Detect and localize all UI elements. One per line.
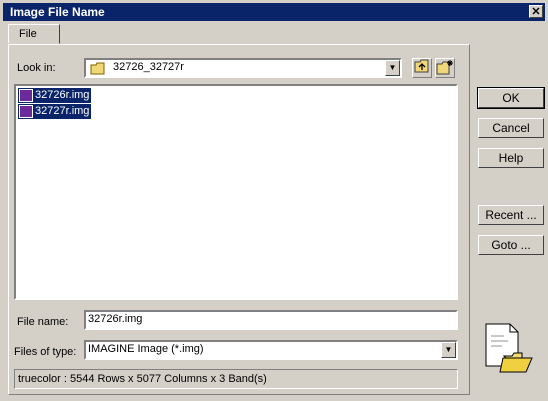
file-name-value: 32726r.img — [88, 313, 143, 325]
file-type-value: IMAGINE Image (*.img) — [88, 343, 204, 355]
image-file-icon — [19, 89, 33, 102]
new-folder-button[interactable] — [435, 58, 455, 78]
look-in-dropdown[interactable]: 32726_32727r ▼ — [84, 58, 402, 78]
close-button[interactable]: ✕ — [529, 5, 543, 18]
help-button[interactable]: Help — [478, 148, 544, 168]
up-folder-icon — [414, 59, 430, 76]
look-in-value: 32726_32727r — [113, 61, 184, 73]
status-bar: truecolor : 5544 Rows x 5077 Columns x 3… — [14, 369, 458, 389]
image-file-icon — [19, 105, 33, 118]
up-folder-button[interactable] — [412, 58, 432, 78]
image-file-name-dialog: Image File Name ✕ File Look in: 32726_32… — [0, 0, 548, 401]
file-name-label: File name: — [17, 316, 69, 328]
title-bar: Image File Name ✕ — [3, 3, 545, 21]
tab-file-label: File — [19, 28, 37, 40]
file-type-chevron-down-icon[interactable]: ▼ — [441, 342, 456, 358]
file-list[interactable]: 32726r.img 32727r.img — [14, 84, 458, 300]
file-name-text: 32727r.img — [35, 105, 90, 117]
recent-button[interactable]: Recent ... — [478, 205, 544, 225]
list-item[interactable]: 32727r.img — [18, 104, 92, 119]
cancel-button[interactable]: Cancel — [478, 118, 544, 138]
file-type-label: Files of type: — [14, 346, 77, 358]
goto-button[interactable]: Goto ... — [478, 235, 544, 255]
tab-file[interactable]: File — [8, 24, 60, 44]
open-file-document-icon — [482, 322, 534, 374]
window-title: Image File Name — [10, 5, 105, 19]
file-name-input[interactable]: 32726r.img — [84, 310, 458, 330]
ok-button[interactable]: OK — [477, 87, 545, 109]
look-in-chevron-down-icon[interactable]: ▼ — [385, 60, 400, 76]
new-folder-icon — [436, 60, 454, 78]
file-name-text: 32726r.img — [35, 89, 90, 101]
list-item[interactable]: 32726r.img — [18, 88, 92, 103]
file-type-dropdown[interactable]: IMAGINE Image (*.img) ▼ — [84, 340, 458, 360]
look-in-label: Look in: — [17, 62, 56, 74]
folder-icon — [90, 62, 106, 78]
status-text: truecolor : 5544 Rows x 5077 Columns x 3… — [18, 373, 267, 385]
